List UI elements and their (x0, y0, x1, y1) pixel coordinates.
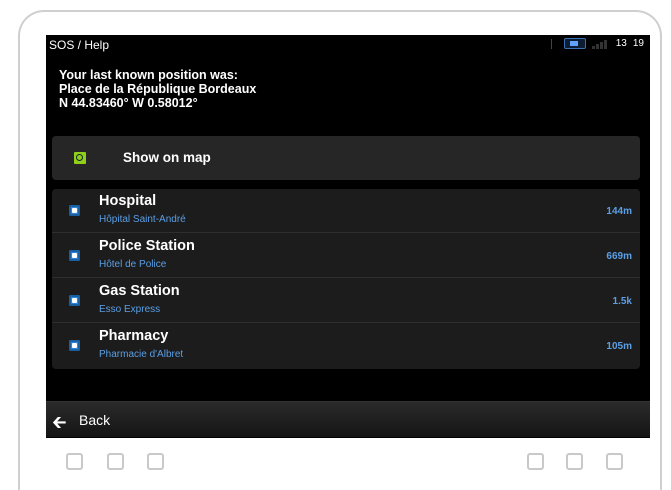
poi-distance: 669m (606, 251, 632, 262)
back-button[interactable]: 🡰 Back (46, 401, 650, 437)
device-screen: SOS / Help 13 19 Your last known positio… (46, 35, 650, 438)
poi-subtitle: Hôtel de Police (99, 259, 167, 270)
poi-subtitle: Esso Express (99, 304, 161, 315)
poi-list: Hospital Hôpital Saint-André 144m Police… (52, 189, 640, 369)
hardware-button-4[interactable] (527, 453, 544, 470)
position-coordinates: N 44.83460° W 0.58012° (59, 96, 198, 110)
show-on-map-button[interactable]: Show on map (52, 136, 640, 180)
gps-icon (550, 38, 558, 49)
position-intro: Your last known position was: (59, 68, 238, 82)
left-arrow-icon: 🡰 (52, 412, 67, 432)
fuel-icon (69, 295, 80, 306)
clock-minutes: 19 (632, 38, 644, 49)
poi-row-gas-station[interactable]: Gas Station Esso Express 1.5k (52, 279, 640, 323)
status-bar: SOS / Help 13 19 (46, 35, 650, 53)
poi-name: Gas Station (99, 283, 180, 299)
poi-row-hospital[interactable]: Hospital Hôpital Saint-André 144m (52, 189, 640, 233)
poi-row-pharmacy[interactable]: Pharmacy Pharmacie d'Albret 105m (52, 324, 640, 368)
poi-name: Police Station (99, 238, 195, 254)
back-label: Back (79, 412, 111, 428)
poi-name: Hospital (99, 193, 157, 209)
poi-subtitle: Hôpital Saint-André (99, 214, 186, 225)
poi-subtitle: Pharmacie d'Albret (99, 349, 184, 360)
position-address: Place de la République Bordeaux (59, 82, 257, 96)
hardware-button-2[interactable] (107, 453, 124, 470)
hardware-button-3[interactable] (147, 453, 164, 470)
hospital-icon (69, 205, 80, 216)
clock-hours: 13 (615, 38, 627, 49)
hardware-button-5[interactable] (566, 453, 583, 470)
poi-name: Pharmacy (99, 328, 169, 344)
poi-row-police-station[interactable]: Police Station Hôtel de Police 669m (52, 234, 640, 278)
last-position: Your last known position was: Place de l… (59, 68, 256, 110)
magnifier-map-icon (74, 152, 86, 164)
police-icon (69, 250, 80, 261)
hardware-button-1[interactable] (66, 453, 83, 470)
poi-distance: 1.5k (612, 296, 632, 307)
hardware-button-6[interactable] (606, 453, 623, 470)
poi-distance: 105m (606, 341, 632, 352)
signal-bars-icon (591, 39, 610, 49)
screen-title: SOS / Help (49, 38, 110, 52)
status-icons: 13 19 (550, 38, 644, 49)
pharmacy-icon (69, 340, 80, 351)
show-on-map-label: Show on map (123, 150, 211, 165)
poi-distance: 144m (606, 206, 632, 217)
battery-icon (563, 38, 586, 49)
